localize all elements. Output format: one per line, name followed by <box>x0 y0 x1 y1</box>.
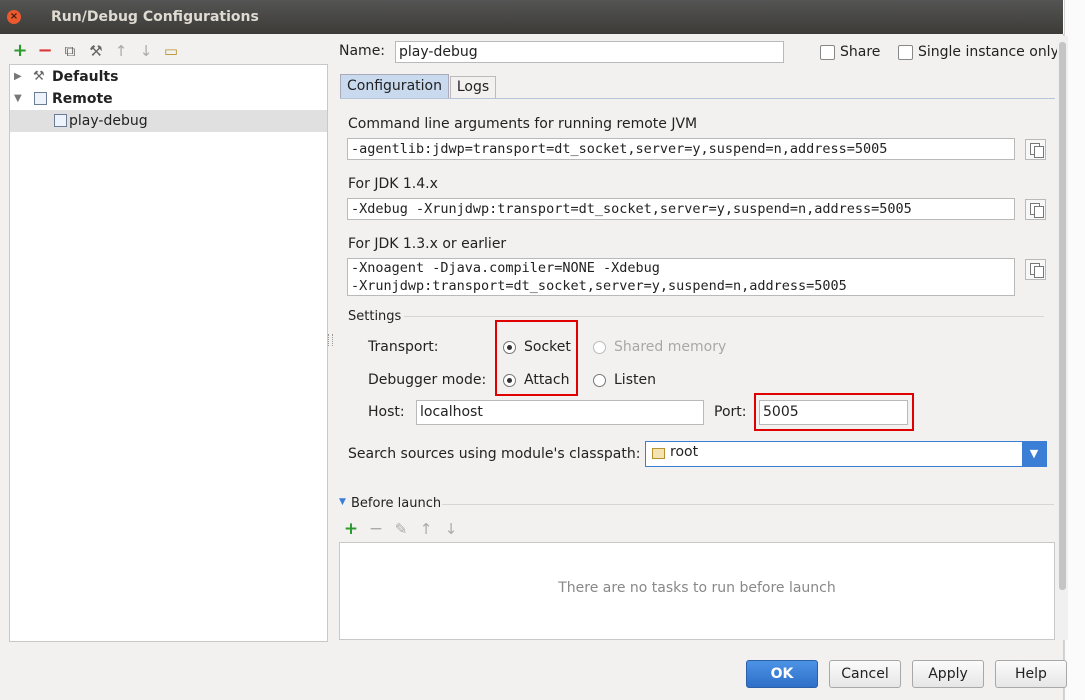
tab-configuration[interactable]: Configuration <box>340 74 449 98</box>
scrollbar-thumb[interactable] <box>1059 42 1066 590</box>
tree-item-remote[interactable]: ▼ Remote <box>10 88 327 110</box>
classpath-select[interactable]: root ▼ <box>645 441 1047 467</box>
jdk13-field[interactable]: -Xnoagent -Djava.compiler=NONE -Xdebug -… <box>347 258 1015 296</box>
share-label: Share <box>840 44 881 60</box>
share-checkbox[interactable] <box>820 45 835 60</box>
move-task-up-icon[interactable]: ↑ <box>417 520 435 538</box>
debugger-mode-label: Debugger mode: <box>368 372 487 388</box>
edit-task-icon[interactable]: ✎ <box>392 520 410 538</box>
tree-item-play-debug[interactable]: play-debug <box>10 110 327 132</box>
before-launch-divider <box>442 504 1054 505</box>
copy-to-clipboard-icon[interactable] <box>1025 139 1046 160</box>
shared-memory-radio[interactable] <box>593 341 606 354</box>
add-task-icon[interactable]: + <box>342 520 360 538</box>
window-title: Run/Debug Configurations <box>51 9 259 25</box>
remove-icon[interactable]: − <box>36 42 54 60</box>
single-instance-checkbox[interactable] <box>898 45 913 60</box>
collapse-before-launch-icon[interactable]: ▼ <box>339 497 346 507</box>
host-label: Host: <box>368 404 405 420</box>
jdk14-label: For JDK 1.4.x <box>348 176 438 192</box>
single-instance-label: Single instance only <box>918 44 1059 60</box>
name-label: Name: <box>339 43 386 59</box>
folder-icon[interactable]: ▭ <box>162 42 180 60</box>
jdk14-field[interactable]: -Xdebug -Xrunjdwp:transport=dt_socket,se… <box>347 198 1015 220</box>
classpath-label: Search sources using module's classpath: <box>348 446 641 462</box>
cancel-button[interactable]: Cancel <box>829 660 901 688</box>
before-launch-list[interactable]: There are no tasks to run before launch <box>339 542 1055 640</box>
copy-icon[interactable]: ⧉ <box>61 42 79 60</box>
empty-tasks-text: There are no tasks to run before launch <box>558 580 836 596</box>
cmd-args-field[interactable]: -agentlib:jdwp=transport=dt_socket,serve… <box>347 138 1015 160</box>
settings-title: Settings <box>348 309 402 324</box>
jdk13-line-2: -Xrunjdwp:transport=dt_socket,server=y,s… <box>351 278 847 294</box>
collapse-arrow-icon[interactable]: ▼ <box>14 88 22 110</box>
wrench-icon[interactable]: ⚒ <box>87 42 105 60</box>
cmd-args-label: Command line arguments for running remot… <box>348 116 698 132</box>
remove-task-icon[interactable]: − <box>367 520 385 538</box>
before-launch-title: Before launch <box>351 496 442 511</box>
classpath-value: root <box>670 444 699 460</box>
title-bar: × Run/Debug Configurations <box>0 0 1063 34</box>
move-down-icon[interactable]: ↓ <box>137 42 155 60</box>
expand-arrow-icon[interactable]: ▶ <box>14 66 22 88</box>
chevron-down-icon[interactable]: ▼ <box>1022 442 1046 466</box>
tree-item-defaults[interactable]: ▶ ⚒ Defaults <box>10 66 327 88</box>
add-icon[interactable]: + <box>11 42 29 60</box>
tab-logs[interactable]: Logs <box>450 76 496 98</box>
tree-item-label: Remote <box>52 91 113 107</box>
configuration-tree[interactable]: ▶ ⚒ Defaults ▼ Remote play-debug <box>9 64 328 642</box>
highlight-box-transport-mode <box>495 320 578 396</box>
move-task-down-icon[interactable]: ↓ <box>442 520 460 538</box>
transport-label: Transport: <box>368 339 439 355</box>
module-folder-icon <box>652 448 665 459</box>
move-up-icon[interactable]: ↑ <box>112 42 130 60</box>
shared-memory-label: Shared memory <box>614 339 727 355</box>
highlight-box-port <box>754 393 914 431</box>
name-input[interactable]: play-debug <box>395 41 784 63</box>
remote-icon <box>34 92 47 105</box>
settings-divider <box>404 316 1044 317</box>
apply-button[interactable]: Apply <box>912 660 984 688</box>
port-label: Port: <box>714 404 747 420</box>
scrollbar[interactable] <box>1057 36 1068 640</box>
splitter-handle[interactable] <box>328 334 333 346</box>
tree-item-label: Defaults <box>52 69 119 85</box>
help-button[interactable]: Help <box>995 660 1067 688</box>
copy-to-clipboard-icon[interactable] <box>1025 199 1046 220</box>
listen-label: Listen <box>614 372 656 388</box>
copy-to-clipboard-icon[interactable] <box>1025 259 1046 280</box>
tree-item-label: play-debug <box>69 113 148 129</box>
remote-config-icon <box>54 114 67 127</box>
host-input[interactable]: localhost <box>416 400 704 425</box>
jdk13-line-1: -Xnoagent -Djava.compiler=NONE -Xdebug <box>351 260 660 276</box>
ok-button[interactable]: OK <box>746 660 818 688</box>
wrench-icon: ⚒ <box>33 69 45 84</box>
listen-radio[interactable] <box>593 374 606 387</box>
close-icon[interactable]: × <box>7 10 21 24</box>
jdk13-label: For JDK 1.3.x or earlier <box>348 236 507 252</box>
